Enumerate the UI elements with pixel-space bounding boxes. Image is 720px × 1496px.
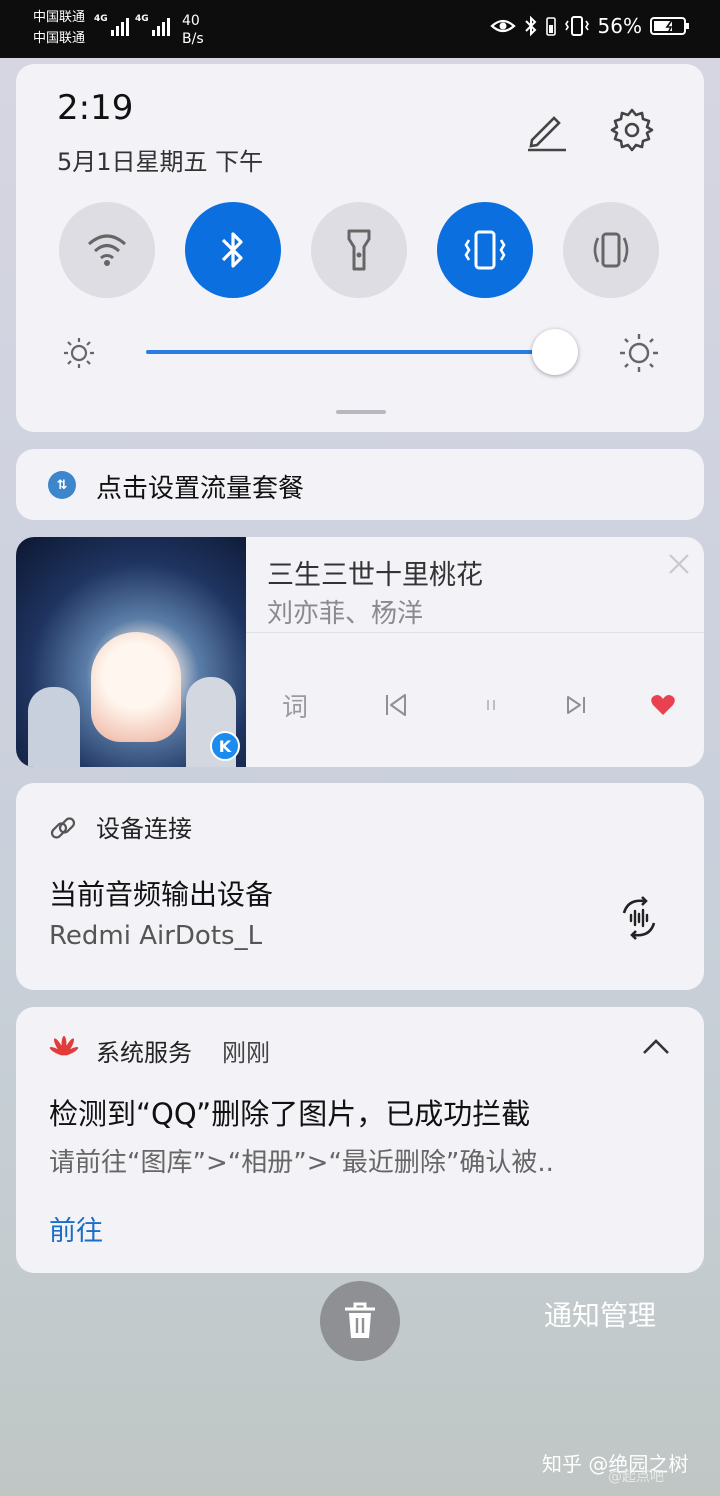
previous-icon [386,694,406,716]
gear-icon[interactable] [608,106,656,154]
battery-percent: 56% [597,14,642,38]
previous-button[interactable] [374,685,418,725]
song-artist: 刘亦菲、杨洋 [267,599,424,629]
next-button[interactable] [554,685,598,725]
vibrate-icon [464,230,506,270]
status-bar: 中国联通 中国联通 4G 4G 40 B/s 56% [0,0,720,58]
device-title: 当前音频输出设备 [49,878,274,911]
data-plan-text: 点击设置流量套餐 [96,474,305,504]
wifi-icon [88,234,126,266]
close-icon[interactable] [664,549,694,579]
battery-icon [650,17,689,35]
battery-small-icon [545,17,556,36]
clock: 2:19 [57,88,134,128]
auto-rotate-toggle[interactable] [563,202,659,298]
trash-icon [345,1302,375,1338]
link-icon [50,817,76,839]
device-header: 设备连接 [96,815,192,843]
data-plan-card[interactable]: ⇅ 点击设置流量套餐 [16,449,704,520]
like-button[interactable] [641,685,685,725]
device-connection-card[interactable]: 设备连接 当前音频输出设备 Redmi AirDots_L [16,783,704,990]
watermark-small: @起点吧 [608,1469,664,1485]
pause-button[interactable] [469,685,513,725]
signal-icon: 4G [135,14,170,36]
notification-body: 请前往“图库”>“相册”>“最近删除”确认被.. [49,1148,554,1178]
notification-title: 检测到“QQ”删除了图片，已成功拦截 [49,1097,531,1131]
bluetooth-icon [524,15,536,37]
brightness-slider-thumb[interactable] [531,329,578,375]
vibrate-toggle[interactable] [437,202,533,298]
rotate-icon [593,232,629,268]
brightness-high-icon [620,334,658,372]
carrier-label-2: 中国联通 [33,31,86,46]
quick-settings-panel: 2:19 5月1日星期五 下午 [16,64,704,432]
heart-icon [651,695,675,715]
clear-all-button[interactable] [320,1281,400,1361]
net-speed: 40 B/s [182,13,204,47]
huawei-logo-icon [49,1036,79,1056]
carrier-label-1: 中国联通 [33,10,86,25]
flashlight-icon [347,229,371,271]
edit-icon[interactable] [522,106,570,154]
music-card[interactable]: K 三生三世十里桃花 刘亦菲、杨洋 词 [16,537,704,767]
signal-icon: 4G [94,14,129,36]
system-service-notification[interactable]: 系统服务 刚刚 检测到“QQ”删除了图片，已成功拦截 请前往“图库”>“相册”>… [16,1007,704,1273]
kugou-icon: K [210,731,240,761]
next-icon [567,696,585,714]
song-title: 三生三世十里桃花 [267,560,483,591]
album-cover: K [16,537,246,767]
go-button[interactable]: 前往 [49,1209,103,1248]
brightness-low-icon [64,338,94,368]
data-plan-icon: ⇅ [48,471,76,499]
drag-handle[interactable] [336,410,386,414]
brightness-slider-track[interactable] [146,350,555,354]
date-label: 5月1日星期五 下午 [57,148,264,176]
wifi-toggle[interactable] [59,202,155,298]
chevron-up-icon[interactable] [640,1035,672,1059]
audio-output-switch-icon[interactable] [616,895,662,941]
lyrics-button[interactable]: 词 [273,685,317,725]
device-name: Redmi AirDots_L [49,921,263,951]
flashlight-toggle[interactable] [311,202,407,298]
bluetooth-toggle[interactable] [185,202,281,298]
vibrate-icon [564,16,589,36]
eye-icon [489,19,516,33]
pause-icon [487,700,495,710]
notification-management-button[interactable]: 通知管理 [544,1294,656,1334]
bluetooth-icon [221,232,243,268]
notification-app-name: 系统服务 [96,1039,192,1067]
notification-time: 刚刚 [222,1039,270,1067]
